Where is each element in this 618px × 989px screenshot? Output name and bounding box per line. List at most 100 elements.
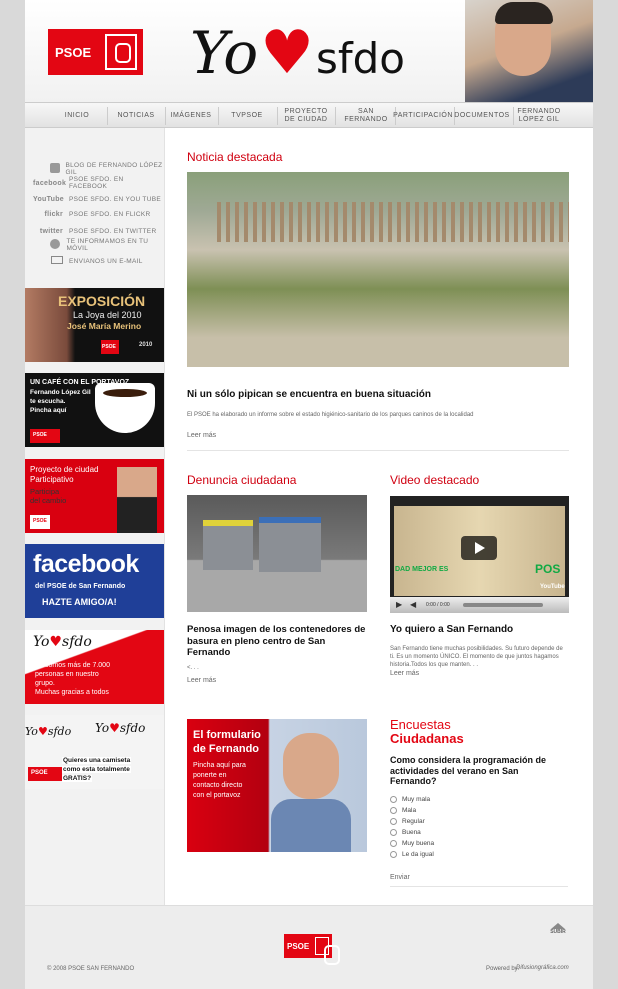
divider <box>187 450 569 451</box>
banner-proyecto-line1: Proyecto de ciudad <box>30 465 99 474</box>
twitter-icon: twitter <box>39 227 63 235</box>
divider <box>390 886 568 887</box>
banner-grupo-line4: Muchas gracias a todos <box>35 689 109 696</box>
banner-camiseta-line1: Quieres una camiseta <box>62 757 132 764</box>
blog-icon <box>33 163 66 175</box>
denuncia-title[interactable]: Penosa imagen de los contenedores de bas… <box>187 624 367 659</box>
formulario-banner[interactable]: El formulario de Fernando Pincha aquí pa… <box>187 719 367 852</box>
poll-option-label: Muy mala <box>402 796 431 803</box>
radio-button[interactable] <box>390 829 397 836</box>
noticia-photo[interactable] <box>187 172 569 367</box>
psoe-logo[interactable]: PSOE <box>48 29 143 75</box>
radio-button[interactable] <box>390 796 397 803</box>
poll-option-label: Regular <box>402 818 425 825</box>
video-player[interactable]: DAD MEJOR ES POS YouTube ▶ ◀ 0:00 / 0:00 <box>390 496 569 613</box>
video-time: 0:00 / 0:00 <box>426 602 450 608</box>
banner-camiseta[interactable]: Yo♥sfdo Yo♥sfdo PSOE Quieres una camiset… <box>25 715 164 789</box>
nav-item-imagenes[interactable]: IMÁGENES <box>170 103 212 129</box>
page: PSOE Yo ♥ sfdo INICIO NOTICIAS IMÁGENES … <box>25 0 593 989</box>
banner-yo-sfdo-logo: Yo♥sfdo <box>33 634 92 650</box>
denuncia-photo[interactable] <box>187 495 367 612</box>
formulario-text2: ponerte en <box>193 772 227 779</box>
banner-camiseta-line3: GRATIS? <box>62 775 93 782</box>
encuesta-submit-button[interactable]: Enviar <box>390 874 410 881</box>
footer-powered-link[interactable]: Difusiongráfica.com <box>516 965 569 971</box>
poll-option[interactable]: Mala <box>390 807 416 814</box>
nav-item-inicio[interactable]: INICIO <box>57 103 97 129</box>
poll-option-label: Mala <box>402 807 417 814</box>
banner-portrait <box>117 467 157 533</box>
nav-divider <box>513 107 514 125</box>
formulario-text3: contacto directo <box>193 782 243 789</box>
footer: PSOE SUBIR © 2008 PSOE SAN FERNANDO Powe… <box>25 905 593 989</box>
play-icon[interactable]: ▶ <box>396 600 402 609</box>
banner-cafe-line1: Fernando López Gil <box>30 389 91 396</box>
encuesta-question: Como considera la programación de activi… <box>390 755 547 786</box>
footer-psoe-logo[interactable]: PSOE <box>284 934 340 965</box>
social-link-youtube[interactable]: YouTube PSOE SFDO. EN YOU TUBE <box>33 192 163 206</box>
nav-item-noticias[interactable]: NOTICIAS <box>113 103 159 129</box>
banner-facebook-title: facebook <box>33 550 139 578</box>
nav-item-san-fernando[interactable]: SAN FERNANDO <box>338 103 394 129</box>
poll-option[interactable]: Muy mala <box>390 796 430 803</box>
banner-psoe-logo: PSOE <box>101 340 119 354</box>
banner-facebook-line1: del PSOE de San Fernando <box>35 583 126 590</box>
heart-icon: ♥ <box>260 18 314 88</box>
scroll-top-button[interactable]: SUBIR <box>549 923 567 935</box>
email-icon <box>33 256 69 266</box>
denuncia-read-more-link[interactable]: Leer más <box>187 677 216 684</box>
denuncia-text: <. . . <box>187 665 199 671</box>
volume-icon[interactable]: ◀ <box>410 600 416 609</box>
video-read-more-link[interactable]: Leer más <box>390 670 419 677</box>
poll-option[interactable]: Regular <box>390 818 425 825</box>
video-text: San Fernando tiene muchas posibilidades.… <box>390 646 563 668</box>
social-link-twitter[interactable]: twitter PSOE SFDO. EN TWITTER <box>33 224 163 238</box>
social-link-flickr[interactable]: flickr PSOE SFDO. EN FLICKR <box>33 207 163 221</box>
radio-button[interactable] <box>390 818 397 825</box>
banner-shirt-logo: Yo♥sfdo <box>25 725 72 738</box>
banner-facebook[interactable]: facebook del PSOE de San Fernando HAZTE … <box>25 544 164 618</box>
nav-item-participacion[interactable]: PARTICIPACIÓN <box>393 103 452 129</box>
social-link-facebook[interactable]: facebook PSOE SFDO. EN FACEBOOK <box>33 176 163 190</box>
radio-button[interactable] <box>390 807 397 814</box>
main-nav: INICIO NOTICIAS IMÁGENES TVPSOE PROYECTO… <box>25 102 593 128</box>
nav-item-proyecto-de-ciudad[interactable]: PROYECTO DE CIUDAD <box>283 103 329 129</box>
social-link-label: PSOE SFDO. EN FACEBOOK <box>69 176 124 190</box>
video-title[interactable]: Yo quiero a San Fernando <box>390 624 513 636</box>
poll-option[interactable]: Buena <box>390 829 421 836</box>
video-section-title: Video destacado <box>390 473 480 487</box>
banner-grupo-facebook[interactable]: Yo♥sfdo Ya somos más de 7.000 personas e… <box>25 630 164 704</box>
radio-button[interactable] <box>390 840 397 847</box>
banner-exposicion[interactable]: EXPOSICIÓN La Joya del 2010 José María M… <box>25 288 164 362</box>
youtube-icon: YouTube <box>540 584 565 590</box>
video-overlay-text: DAD MEJOR ES <box>395 566 449 573</box>
nav-item-documentos[interactable]: DOCUMENTOS <box>454 103 509 129</box>
poll-option[interactable]: Muy buena <box>390 840 434 847</box>
poll-option-label: Buena <box>402 829 421 836</box>
banner-proyecto-ciudad[interactable]: Proyecto de ciudad Participativo Partici… <box>25 459 164 533</box>
footer-copyright: © 2008 PSOE SAN FERNANDO <box>47 966 135 972</box>
noticia-text: El PSOE ha elaborado un informe sobre el… <box>187 412 474 418</box>
social-link-sms[interactable]: TE INFORMAMOS EN TU MÓVIL <box>33 238 163 252</box>
banner-cafe-portavoz[interactable]: UN CAFÉ CON EL PORTAVOZ Fernando López G… <box>25 373 164 447</box>
radio-button[interactable] <box>390 851 397 858</box>
nav-divider <box>107 107 108 125</box>
nav-item-tvpsoe[interactable]: TVPSOE <box>223 103 271 129</box>
banner-grupo-line3: grupo. <box>35 680 55 687</box>
nav-item-fernando-lopez-gil[interactable]: FERNANDO LÓPEZ GIL <box>517 103 561 129</box>
encuesta-title: Encuestas <box>390 717 451 732</box>
yo-heart-sfdo-logo[interactable]: Yo ♥ sfdo <box>190 8 405 98</box>
portrait-hair <box>495 2 553 24</box>
banner-proyecto-line4: del cambio <box>30 496 67 505</box>
social-link-email[interactable]: ENVIANOS UN E-MAIL <box>33 254 163 268</box>
video-progress-bar[interactable] <box>463 603 543 607</box>
banner-camiseta-line2: como esta totalmente <box>62 766 131 773</box>
noticia-title[interactable]: Ni un sólo pipican se encuentra en buena… <box>187 389 431 401</box>
social-link-label: PSOE SFDO. EN YOU TUBE <box>69 195 161 203</box>
social-link-label: PSOE SFDO. EN TWITTER <box>69 227 157 235</box>
poll-option[interactable]: Le da igual <box>390 851 434 858</box>
social-link-blog[interactable]: BLOG DE FERNANDO LÓPEZ GIL <box>33 162 163 176</box>
coffee-surface <box>103 389 147 397</box>
banner-exposicion-line1: La Joya del 2010 <box>73 310 142 320</box>
noticia-read-more-link[interactable]: Leer más <box>187 432 216 439</box>
